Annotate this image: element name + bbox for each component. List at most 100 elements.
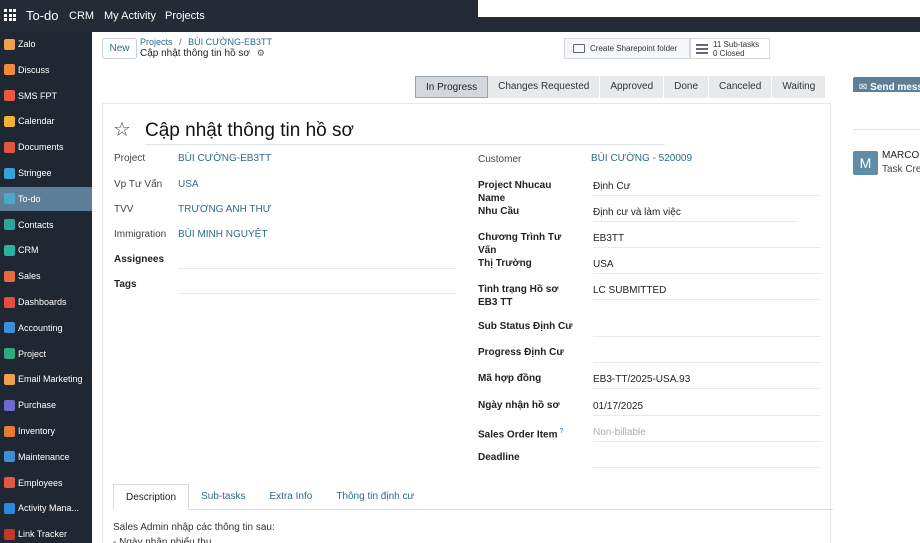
help-icon[interactable]: ? [559, 428, 563, 435]
sidebar-item-activity-mana[interactable]: Activity Mana... [0, 496, 92, 520]
sms-icon [4, 90, 15, 102]
create-sharepoint-folder-button[interactable]: Create Sharepoint folder [564, 38, 690, 59]
sidebar-item-stringee[interactable]: Stringee [0, 161, 92, 185]
sidebar-item-to-do[interactable]: To-do [0, 186, 92, 211]
subtasks-smart-button[interactable]: 11 Sub-tasks 0 Closed [690, 38, 770, 59]
field-value-tvv[interactable]: TRƯƠNG ANH THƯ [178, 204, 271, 215]
apps-menu-icon[interactable] [4, 9, 16, 21]
sidebar-item-email-marketing[interactable]: Email Marketing [0, 367, 92, 391]
field-underline [593, 221, 798, 222]
breadcrumb-project[interactable]: BÙI CƯỜNG-EB3TT [188, 37, 272, 47]
employees-icon [4, 477, 15, 489]
field-label-sub-status-dinh-cu: Sub Status Định Cư [478, 320, 578, 333]
field-value-immigration[interactable]: BÙI MINH NGUYỆT [178, 229, 267, 240]
sidebar-item-label: Accounting [18, 322, 63, 333]
stage-done[interactable]: Done [664, 76, 710, 98]
field-label-text: Project Nhucau Name [478, 180, 552, 204]
field-label-project-nhucau-name: Project Nhucau Name [478, 179, 578, 205]
sidebar-item-label: Purchase [18, 400, 57, 411]
star-icon[interactable]: ☆ [113, 120, 131, 140]
field-value-sales-order-item[interactable]: Non-billable [593, 427, 646, 438]
sidebar-item-dashboards[interactable]: Dashboards [0, 290, 92, 314]
contacts-icon [4, 219, 15, 231]
gear-icon[interactable]: ⚙ [257, 48, 265, 58]
sidebar-item-calendar[interactable]: Calendar [0, 109, 92, 133]
sidebar-item-label: SMS FPT [18, 90, 58, 101]
sidebar-item-zalo[interactable]: Zalo [0, 32, 92, 56]
field-label-immigration: Immigration [114, 229, 167, 240]
project-icon [4, 348, 15, 360]
field-label-text: Ngày nhận hồ sơ [478, 400, 560, 411]
field-underline [593, 247, 821, 248]
field-underline [178, 293, 456, 294]
field-value-customer[interactable]: BÙI CƯỜNG - 520009 [591, 153, 692, 164]
sidebar-item-label: Calendar [18, 116, 55, 127]
field-underline [593, 415, 821, 416]
nav-my-activity[interactable]: My Activity [104, 10, 156, 22]
stringee-icon [4, 167, 15, 179]
list-icon [696, 43, 708, 54]
sidebar-item-project[interactable]: Project [0, 342, 92, 366]
new-button[interactable]: New [102, 38, 137, 59]
field-underline [593, 273, 821, 274]
sidebar-item-purchase[interactable]: Purchase [0, 393, 92, 417]
field-value-ma-hop-dong[interactable]: EB3-TT/2025-USA.93 [593, 374, 690, 385]
field-value-thi-truong[interactable]: USA [593, 259, 614, 270]
stage-changes-requested[interactable]: Changes Requested [488, 76, 601, 98]
tab-extra-info[interactable]: Extra Info [258, 484, 325, 510]
purchase-icon [4, 399, 15, 411]
discuss-icon [4, 64, 15, 76]
stage-waiting[interactable]: Waiting [772, 76, 827, 98]
stage-canceled[interactable]: Canceled [709, 76, 773, 98]
field-value-ngay-nhan-ho-so[interactable]: 01/17/2025 [593, 401, 643, 412]
sidebar-item-discuss[interactable]: Discuss [0, 58, 92, 82]
stage-approved[interactable]: Approved [600, 76, 665, 98]
sidebar-item-sales[interactable]: Sales [0, 264, 92, 288]
sidebar-item-label: Discuss [18, 64, 50, 75]
field-label-ngay-nhan-ho-so: Ngày nhận hồ sơ [478, 399, 578, 412]
record-subtitle-text: Cập nhật thông tin hồ sơ [140, 48, 250, 59]
sidebar-item-label: Inventory [18, 426, 56, 436]
field-label-sales-order-item: Sales Order Item? [478, 425, 578, 441]
sidebar-item-accounting[interactable]: Accounting [0, 316, 92, 340]
field-underline [593, 336, 821, 337]
sidebar-item-inventory[interactable]: Inventory [0, 419, 92, 443]
subtasks-text: 11 Sub-tasks 0 Closed [713, 40, 759, 58]
app-title[interactable]: To-do [26, 8, 59, 23]
task-title[interactable]: Cập nhật thông tin hồ sơ [145, 120, 354, 142]
field-label-text: Sales Order Item [478, 429, 558, 441]
sidebar-item-crm[interactable]: CRM [0, 238, 92, 262]
field-label-chuong-trinh-tu-van: Chương Trình Tư Vấn [478, 231, 578, 257]
chatter-divider [853, 129, 920, 130]
field-value-chuong-trinh-tu-van[interactable]: EB3TT [593, 233, 624, 244]
field-label-tinh-trang-ho-so-eb3-tt: Tình trạng Hồ sơ EB3 TT [478, 283, 578, 309]
field-underline [593, 299, 821, 300]
field-value-nhu-cau[interactable]: Định cư và làm việc [593, 207, 681, 218]
field-label-text: Progress Định Cư [478, 347, 564, 358]
field-label-assignees: Assignees [114, 254, 165, 265]
stage-in-progress[interactable]: In Progress [415, 76, 489, 98]
field-label-text: Chương Trình Tư Vấn [478, 232, 562, 256]
sidebar-item-label: Link Tracker [18, 529, 68, 540]
sidebar-item-sms-fpt[interactable]: SMS FPT [0, 84, 92, 108]
top-white-area [478, 0, 920, 17]
sidebar-item-employees[interactable]: Employees [0, 471, 92, 495]
sidebar-item-label: Zalo [18, 39, 36, 49]
field-value-project[interactable]: BÙI CƯỜNG-EB3TT [178, 153, 271, 164]
tab-sub-tasks[interactable]: Sub-tasks [189, 484, 257, 510]
sidebar-item-link-tracker[interactable]: Link Tracker [0, 522, 92, 543]
breadcrumb-projects[interactable]: Projects [140, 37, 173, 47]
nav-projects[interactable]: Projects [165, 10, 205, 22]
nav-crm[interactable]: CRM [69, 10, 94, 22]
sidebar-item-documents[interactable]: Documents [0, 135, 92, 159]
chatter-author[interactable]: MARCO I [882, 150, 920, 161]
avatar[interactable]: M [853, 151, 878, 175]
description-content[interactable]: Sales Admin nhập các thông tin sau: - Ng… [113, 520, 275, 543]
sidebar-item-contacts[interactable]: Contacts [0, 213, 92, 237]
tab-thong-tin-dinh-cu[interactable]: Thông tin định cư [324, 484, 426, 510]
sidebar-item-maintenance[interactable]: Maintenance [0, 445, 92, 469]
field-value-vp-tu-van[interactable]: USA [178, 179, 199, 190]
field-value-project-nhucau-name[interactable]: Định Cư [593, 181, 630, 192]
tab-description[interactable]: Description [113, 484, 190, 510]
field-value-tinh-trang-ho-so-eb3-tt[interactable]: LC SUBMITTED [593, 285, 666, 296]
